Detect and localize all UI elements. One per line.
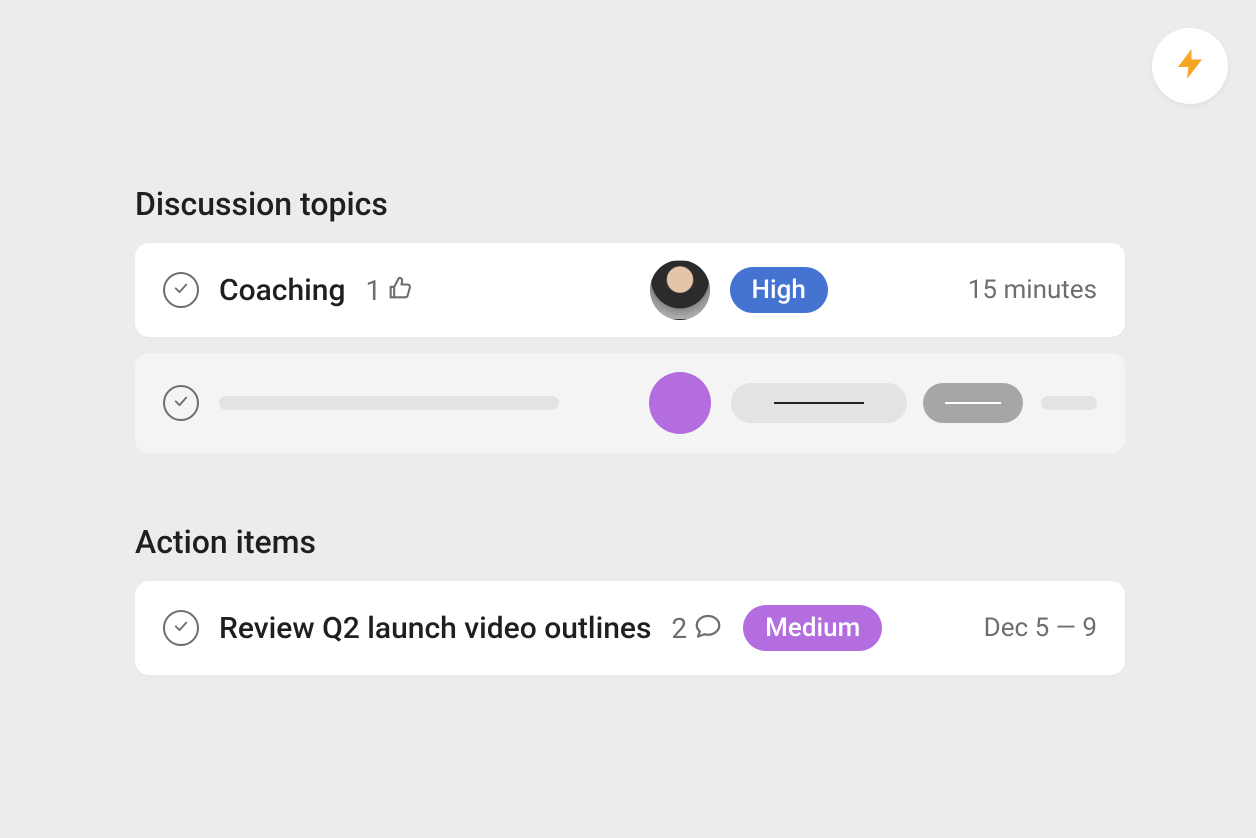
section-heading-discussion: Discussion topics [135, 185, 1125, 223]
lightning-button[interactable] [1152, 28, 1228, 104]
task-title: Coaching [219, 273, 345, 308]
check-icon [172, 617, 190, 639]
complete-checkbox[interactable] [163, 385, 199, 421]
task-date-range: Dec 5 — 9 [984, 613, 1097, 643]
like-count: 1 [365, 274, 381, 307]
comment-count: 2 [671, 612, 687, 645]
placeholder-pill-dark [923, 383, 1023, 423]
priority-pill[interactable]: Medium [743, 605, 882, 651]
task-row-placeholder [135, 353, 1125, 453]
placeholder-pill [731, 383, 907, 423]
section-heading-action: Action items [135, 523, 1125, 561]
placeholder-tail [1041, 396, 1097, 410]
complete-checkbox[interactable] [163, 610, 199, 646]
task-row[interactable]: Review Q2 launch video outlines 2 Medium… [135, 581, 1125, 675]
task-duration: 15 minutes [968, 275, 1097, 305]
comment-group[interactable]: 2 [671, 611, 723, 645]
lightning-icon [1172, 46, 1208, 86]
priority-pill[interactable]: High [730, 267, 828, 313]
like-group[interactable]: 1 [365, 274, 414, 307]
placeholder-avatar [649, 372, 711, 434]
assignee-avatar[interactable] [650, 260, 710, 320]
check-icon [172, 392, 190, 414]
main-content: Discussion topics Coaching 1 High 15 min… [135, 185, 1125, 691]
placeholder-line [774, 402, 864, 404]
comment-icon [693, 611, 723, 645]
thumbs-up-icon [386, 274, 414, 306]
task-title: Review Q2 launch video outlines [219, 611, 651, 646]
complete-checkbox[interactable] [163, 272, 199, 308]
task-row[interactable]: Coaching 1 High 15 minutes [135, 243, 1125, 337]
check-icon [172, 279, 190, 301]
placeholder-line [945, 402, 1001, 404]
placeholder-title [219, 396, 559, 410]
